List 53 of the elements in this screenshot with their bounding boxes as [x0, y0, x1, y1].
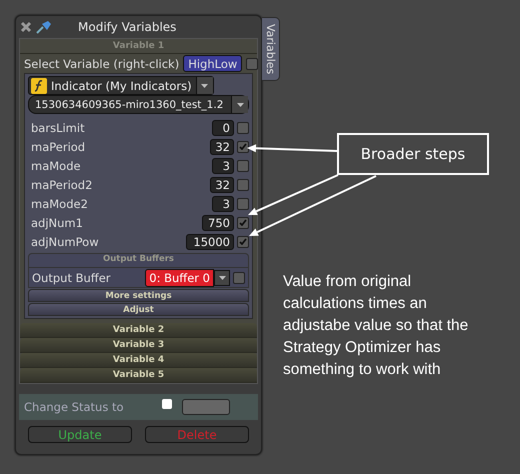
checkbox[interactable] [237, 216, 249, 228]
checkmark-icon [239, 219, 247, 226]
parameter-name: maPeriod [31, 140, 86, 154]
caret-icon [201, 84, 208, 88]
section-header[interactable]: Variable 3 [20, 338, 257, 353]
output-buffers-header: Output Buffers [28, 253, 249, 268]
status-label: Change Status to [24, 400, 125, 414]
window-title: Modify Variables [78, 20, 176, 34]
parameter-name: maMode2 [31, 196, 89, 210]
variable-button[interactable]: HighLow [183, 55, 242, 72]
section-header[interactable]: Variable 4 [20, 353, 257, 368]
section-header[interactable]: Variable 2 [20, 323, 257, 338]
buffer-dropdown[interactable]: 0: Buffer 0 [145, 268, 214, 286]
close-icon[interactable] [20, 21, 32, 33]
caret-icon [218, 276, 226, 280]
checkbox[interactable] [237, 178, 249, 190]
parameter-name: adjNum1 [31, 216, 84, 230]
settings-button[interactable]: More settings [28, 289, 249, 302]
settings-button[interactable]: Adjust [28, 303, 249, 316]
callout-label: Broader steps [337, 133, 489, 175]
value-field[interactable]: 3 [212, 158, 234, 174]
side-tab[interactable]: Variables [262, 17, 280, 81]
section-header[interactable]: Variable 5 [20, 368, 257, 383]
indicator-dropdown[interactable]: Indicator (My Indicators) [28, 76, 214, 95]
checkmark-icon [239, 238, 247, 245]
checkbox[interactable] [237, 198, 249, 210]
checkbox[interactable] [237, 236, 249, 248]
parameter-name: maMode [31, 158, 82, 172]
checkbox[interactable] [237, 160, 249, 172]
checkbox[interactable] [237, 122, 249, 134]
output-buffer-label: Output Buffer [32, 270, 112, 284]
checkbox[interactable] [246, 58, 258, 70]
select-variable-label: Select Variable (right-click) [24, 56, 180, 70]
function-icon [31, 78, 47, 94]
status-field[interactable] [182, 399, 230, 415]
checkbox[interactable] [237, 140, 249, 152]
value-field[interactable]: 0 [212, 120, 234, 136]
parameter-name: adjNumPow [31, 234, 100, 248]
file-dropdown[interactable]: 1530634609365-miro1360_test_1.2 [28, 95, 249, 114]
value-field[interactable]: 750 [202, 214, 234, 230]
update-button[interactable]: Update [28, 426, 132, 443]
annotation-note: Value from original calculations times an adjustabe value so that the Strategy Optimizer has something to work with [283, 272, 468, 380]
value-field[interactable]: 32 [210, 176, 234, 192]
parameter-name: barsLimit [31, 120, 86, 134]
value-field[interactable]: 32 [210, 138, 234, 154]
caret-icon [236, 102, 244, 106]
value-field[interactable]: 15000 [186, 234, 234, 250]
pin-icon[interactable] [36, 20, 52, 34]
checkmark-icon [239, 143, 247, 150]
checkbox[interactable] [233, 272, 245, 284]
parameter-name: maPeriod2 [31, 178, 94, 192]
value-field[interactable]: 3 [212, 196, 234, 212]
checkbox[interactable] [162, 399, 172, 409]
